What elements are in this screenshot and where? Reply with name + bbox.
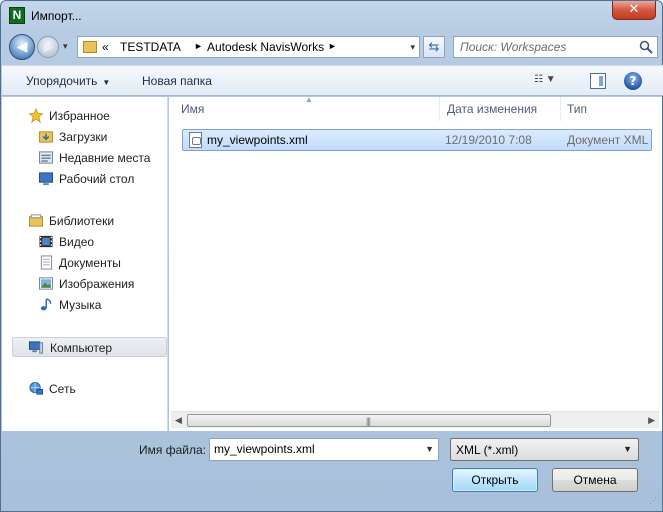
recent-places-icon: [38, 151, 54, 164]
address-bar[interactable]: « TESTDATA ► Autodesk NavisWorks ► ▾: [77, 36, 420, 58]
sidebar-item-label: Компьютер: [50, 341, 113, 355]
new-folder-button[interactable]: Новая папка: [142, 74, 212, 88]
sidebar-item-documents[interactable]: Документы: [2, 253, 167, 273]
folder-icon: [83, 41, 97, 53]
network-icon: [29, 381, 44, 395]
cancel-button[interactable]: Отмена: [552, 468, 638, 492]
breadcrumb-testdata[interactable]: TESTDATA: [120, 40, 181, 54]
file-type: Документ XML: [567, 133, 649, 147]
open-button[interactable]: Открыть: [452, 468, 538, 492]
filetype-select[interactable]: XML (*.xml) ▼: [450, 438, 639, 461]
filename-input[interactable]: [214, 442, 414, 456]
sidebar-item-label: Видео: [59, 235, 95, 249]
sidebar-item-recent-places[interactable]: Недавние места: [2, 148, 167, 168]
horizontal-scrollbar[interactable]: ◀ ||| ▶: [171, 411, 659, 428]
column-header-date-modified[interactable]: Дата изменения: [441, 97, 561, 121]
sidebar-item-downloads[interactable]: Загрузки: [2, 127, 167, 147]
sidebar-item-favorites[interactable]: Избранное: [2, 106, 167, 126]
search-box[interactable]: [453, 36, 658, 58]
close-button[interactable]: ✕: [612, 1, 656, 20]
column-header-name[interactable]: Имя: [175, 97, 440, 121]
column-header-label: Имя: [181, 102, 205, 116]
sidebar-item-label: Сеть: [49, 382, 76, 396]
breadcrumb-navisworks[interactable]: Autodesk NavisWorks: [207, 40, 324, 54]
breadcrumb-separator[interactable]: ►: [194, 41, 203, 51]
scroll-left-arrow[interactable]: ◀: [175, 415, 182, 426]
sidebar-item-label: Документы: [59, 256, 121, 270]
search-input[interactable]: [460, 39, 630, 55]
video-icon: [39, 235, 53, 248]
navigation-pane: Избранное Загрузки Недавние места Рабочи…: [2, 97, 168, 431]
forward-button[interactable]: ▶: [37, 36, 59, 58]
column-header-label: Тип: [567, 102, 588, 116]
sidebar-item-libraries[interactable]: Библиотеки: [2, 211, 167, 231]
resize-grip-icon[interactable]: ⋰: [649, 497, 659, 508]
help-icon[interactable]: ?: [624, 72, 642, 90]
breadcrumb-overflow[interactable]: «: [102, 40, 109, 54]
scroll-right-arrow[interactable]: ▶: [648, 415, 655, 426]
file-date-modified: 12/19/2010 7:08: [445, 133, 532, 147]
sidebar-item-desktop[interactable]: Рабочий стол: [2, 169, 167, 189]
sidebar-item-music[interactable]: Музыка: [2, 295, 167, 315]
back-button[interactable]: ◀: [9, 34, 35, 60]
navisworks-app-icon: N: [9, 7, 25, 24]
file-row[interactable]: my_viewpoints.xml 12/19/2010 7:08 Докуме…: [182, 129, 652, 151]
import-dialog-window: N Импорт... ✕ ◀ ▶ ▾ « TESTDATA ► Autodes…: [0, 0, 663, 512]
star-icon: [28, 108, 44, 123]
music-icon: [40, 298, 52, 311]
xml-file-icon: [189, 132, 202, 148]
sidebar-item-label: Недавние места: [59, 151, 151, 165]
sidebar-item-video[interactable]: Видео: [2, 232, 167, 252]
computer-icon: [28, 341, 44, 354]
change-view-button[interactable]: ☷ ▼: [534, 74, 570, 90]
recent-locations-dropdown[interactable]: ▾: [63, 39, 75, 53]
downloads-folder-icon: [38, 131, 54, 143]
filename-label: Имя файла:: [139, 443, 206, 457]
organize-menu-button[interactable]: Упорядочить ▼: [26, 74, 110, 88]
filetype-value: XML (*.xml): [456, 443, 519, 457]
sidebar-item-label: Изображения: [59, 277, 135, 291]
breadcrumb-separator[interactable]: ►: [328, 41, 337, 51]
desktop-icon: [38, 172, 54, 186]
command-toolbar: Упорядочить ▼ Новая папка ☷ ▼ ?: [2, 65, 663, 96]
sidebar-item-label: Избранное: [49, 109, 110, 123]
chevron-down-icon: ▼: [102, 78, 111, 87]
sidebar-item-label: Библиотеки: [49, 214, 115, 228]
pictures-icon: [38, 277, 54, 290]
sidebar-item-label: Рабочий стол: [59, 172, 135, 186]
sidebar-item-network[interactable]: Сеть: [2, 379, 167, 399]
file-name: my_viewpoints.xml: [207, 133, 308, 147]
refresh-button[interactable]: ⇆: [423, 36, 445, 58]
preview-pane-icon[interactable]: [590, 73, 606, 89]
navigation-bar: ◀ ▶ ▾ « TESTDATA ► Autodesk NavisWorks ►…: [7, 33, 658, 61]
sidebar-item-label: Загрузки: [59, 130, 108, 144]
window-title: Импорт...: [31, 9, 82, 23]
sidebar-item-label: Музыка: [59, 298, 102, 312]
search-icon[interactable]: [639, 40, 653, 54]
chevron-down-icon[interactable]: ▼: [425, 444, 434, 454]
file-list-pane: ▲ Имя Дата изменения Тип my_viewpoints.x…: [169, 95, 662, 431]
filename-combobox[interactable]: ▼: [209, 438, 439, 461]
address-dropdown-arrow[interactable]: ▾: [410, 42, 415, 53]
sidebar-item-pictures[interactable]: Изображения: [2, 274, 167, 294]
sidebar-item-computer[interactable]: Компьютер: [12, 337, 167, 357]
organize-label: Упорядочить: [26, 74, 98, 88]
scrollbar-grip: |||: [366, 416, 371, 426]
documents-icon: [40, 255, 53, 270]
column-header-type[interactable]: Тип: [561, 97, 662, 121]
title-bar[interactable]: N Импорт... ✕: [1, 1, 662, 31]
scrollbar-thumb[interactable]: |||: [187, 414, 551, 427]
libraries-icon: [28, 214, 44, 227]
column-header-label: Дата изменения: [447, 102, 538, 116]
chevron-down-icon: ▼: [623, 444, 632, 454]
